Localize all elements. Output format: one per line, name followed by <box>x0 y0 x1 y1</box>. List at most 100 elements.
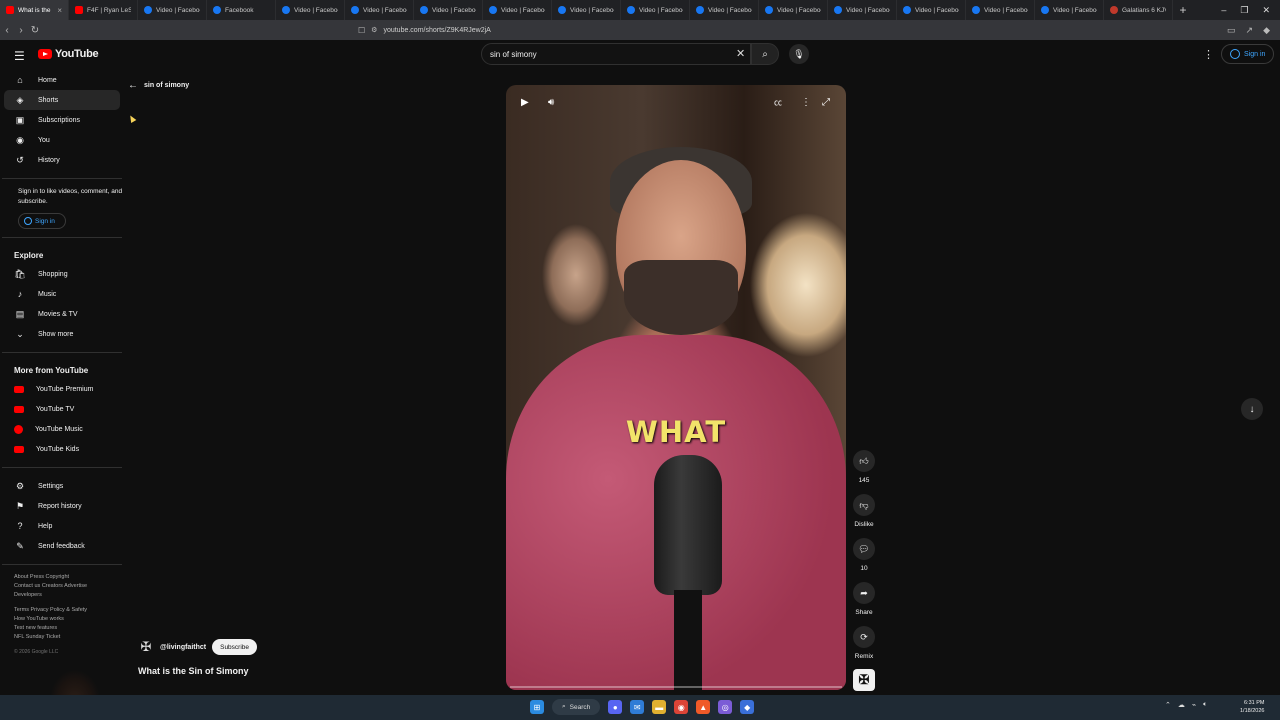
forward-arrow-icon[interactable]: › <box>14 25 28 36</box>
clear-search-icon[interactable]: ✕ <box>736 47 745 60</box>
voice-search-button[interactable]: 🎙︎ <box>789 44 809 64</box>
video-progress-bar[interactable] <box>510 686 842 688</box>
chrome-icon[interactable]: ◉ <box>674 700 689 714</box>
footer-line[interactable]: Developers <box>14 591 124 600</box>
site-info-icon[interactable]: ⚙ <box>371 26 377 34</box>
share-icon[interactable]: ↗ <box>1246 25 1254 36</box>
browser-tab[interactable]: Video | Faceboo <box>690 0 759 20</box>
volume-icon[interactable]: 🔊︎ <box>548 97 554 108</box>
youtube-logo[interactable]: YouTube <box>38 48 99 60</box>
signin-button[interactable]: Sign in <box>1221 44 1275 64</box>
cloud-icon[interactable]: ☁ <box>1178 701 1185 709</box>
windows-start-icon[interactable]: ⊞ <box>530 700 544 714</box>
fullscreen-icon[interactable]: ⤢ <box>822 97 830 108</box>
network-icon[interactable]: ⌁ <box>1192 701 1196 709</box>
sidebar-signin-button[interactable]: Sign in <box>18 213 66 229</box>
footer-line[interactable]: How YouTube works <box>14 615 124 624</box>
subscribe-button[interactable]: Subscribe <box>212 639 258 655</box>
new-tab-icon[interactable]: + <box>1173 3 1193 17</box>
browser-tab[interactable]: Video | Faceboo <box>897 0 966 20</box>
search-input[interactable]: sin of simony <box>481 43 751 65</box>
footer-line[interactable]: Terms Privacy Policy & Safety <box>14 606 124 615</box>
extension-icon[interactable]: ◆ <box>1263 25 1270 36</box>
browser-tab[interactable]: Video | Faceboo <box>1035 0 1104 20</box>
sidebar-item-show-more[interactable]: ⌄ Show more <box>4 324 120 344</box>
sidebar-item-youtube-music[interactable]: YouTube Music <box>4 419 120 439</box>
sidebar-item-send-feedback[interactable]: ✎ Send feedback <box>4 536 120 556</box>
file-explorer-icon[interactable]: ▬ <box>652 700 667 714</box>
browser-tab[interactable]: Video | Faceboo <box>345 0 414 20</box>
minimize-icon[interactable]: – <box>1221 5 1226 16</box>
bookmark-icon[interactable]: ☐ <box>358 26 365 35</box>
sidebar-item-youtube-kids[interactable]: YouTube Kids <box>4 439 120 459</box>
menu-icon[interactable]: ☰ <box>14 49 25 63</box>
volume-icon[interactable]: 🔈︎ <box>1203 701 1207 709</box>
browser-tab[interactable]: Video | Faceboo <box>414 0 483 20</box>
sidebar-item-subscriptions[interactable]: ▣ Subscriptions <box>4 110 120 130</box>
channel-handle[interactable]: @livingfaithct <box>160 644 206 651</box>
closed-captions-icon[interactable]: ㏄ <box>774 97 782 108</box>
sidebar-item-shopping[interactable]: 🛍︎ Shopping <box>4 264 120 284</box>
sidebar-item-settings[interactable]: ⚙ Settings <box>4 476 120 496</box>
close-tab-icon[interactable]: × <box>57 6 62 15</box>
browser-tab[interactable]: What is the × <box>0 0 69 20</box>
more-options-icon[interactable]: ⋮ <box>1203 48 1214 61</box>
search-button[interactable]: ⌕ <box>751 43 779 65</box>
share-button[interactable]: ➦ Share <box>852 582 876 616</box>
short-title[interactable]: What is the Sin of Simony <box>138 666 249 676</box>
more-vertical-icon[interactable]: ⋮ <box>801 97 811 108</box>
sidebar-item-history[interactable]: ↺ History <box>4 150 120 170</box>
teams-icon[interactable]: ● <box>608 700 623 714</box>
vscode-icon[interactable]: ◆ <box>740 700 755 714</box>
taskbar-search[interactable]: ⌕ Search <box>552 699 601 715</box>
browser-tab[interactable]: Video | Faceboo <box>621 0 690 20</box>
back-arrow-icon[interactable]: ‹ <box>0 25 14 36</box>
address-bar[interactable]: ☐ ⚙ youtube.com/shorts/Z9K4RJew2jA <box>352 22 912 38</box>
brave-icon[interactable]: ▲ <box>696 700 711 714</box>
dislike-label: Dislike <box>854 521 874 528</box>
browser-tab[interactable]: Video | Faceboo <box>759 0 828 20</box>
browser-tab[interactable]: Facebook <box>207 0 276 20</box>
browser-tab[interactable]: Galatians 6 KJV <box>1104 0 1173 20</box>
browser-tab[interactable]: Video | Facebook <box>138 0 207 20</box>
chevron-up-icon[interactable]: ⌃ <box>1165 701 1171 709</box>
remix-button[interactable]: ⟳ Remix <box>852 626 876 660</box>
sidebar-item-shorts[interactable]: ◈ Shorts <box>4 90 120 110</box>
footer-line[interactable]: Test new features <box>14 624 124 633</box>
browser-tab[interactable]: Video | Faceboo <box>966 0 1035 20</box>
sidebar-item-help[interactable]: ? Help <box>4 516 120 536</box>
app-icon[interactable]: ◎ <box>718 700 733 714</box>
channel-avatar[interactable]: ✠ <box>138 639 154 655</box>
url-text[interactable]: youtube.com/shorts/Z9K4RJew2jA <box>383 27 490 34</box>
sidebar-item-home[interactable]: ⌂ Home <box>4 70 120 90</box>
sidebar-item-youtube-tv[interactable]: YouTube TV <box>4 399 120 419</box>
channel-thumbnail[interactable]: ✠ <box>853 669 875 691</box>
back-to-search-link[interactable]: ← sin of simony <box>128 80 189 91</box>
thumbs-up-icon: 👍︎ <box>859 455 869 466</box>
sidebar-item-youtube-premium[interactable]: YouTube Premium <box>4 379 120 399</box>
browser-tab[interactable]: F4F | Ryan LeStr <box>69 0 138 20</box>
next-short-button[interactable]: ↓ <box>1241 398 1263 420</box>
like-button[interactable]: 👍︎ 145 <box>852 450 876 484</box>
comments-button[interactable]: 💬︎ 10 <box>852 538 876 572</box>
cast-icon[interactable]: ▭ <box>1227 25 1236 36</box>
footer-line[interactable]: About Press Copyright <box>14 573 124 582</box>
play-icon[interactable]: ▶ <box>521 97 529 108</box>
restore-icon[interactable]: ❐ <box>1240 5 1248 16</box>
sidebar-item-movies-tv[interactable]: ▤ Movies & TV <box>4 304 120 324</box>
sidebar-item-music[interactable]: ♪ Music <box>4 284 120 304</box>
browser-tab[interactable]: Video | Faceboo <box>828 0 897 20</box>
close-window-icon[interactable]: ✕ <box>1262 5 1270 16</box>
sidebar-item-you[interactable]: ◉ You <box>4 130 120 150</box>
footer-line[interactable]: Contact us Creators Advertise <box>14 582 124 591</box>
browser-tab[interactable]: Video | Faceboo <box>276 0 345 20</box>
footer-line[interactable]: NFL Sunday Ticket <box>14 633 124 642</box>
browser-tab[interactable]: Video | Faceboo <box>552 0 621 20</box>
mail-icon[interactable]: ✉ <box>630 700 645 714</box>
sidebar-item-report-history[interactable]: ⚑ Report history <box>4 496 120 516</box>
dislike-button[interactable]: 👎︎ Dislike <box>852 494 876 528</box>
browser-tab[interactable]: Video | Faceboo <box>483 0 552 20</box>
shorts-video-player[interactable]: WHAT ▶ 🔊︎ ㏄ ⋮ ⤢ <box>506 85 846 690</box>
reload-icon[interactable]: ↻ <box>28 25 42 36</box>
taskbar-clock[interactable]: 6:31 PM 1/18/2026 <box>1240 699 1264 715</box>
